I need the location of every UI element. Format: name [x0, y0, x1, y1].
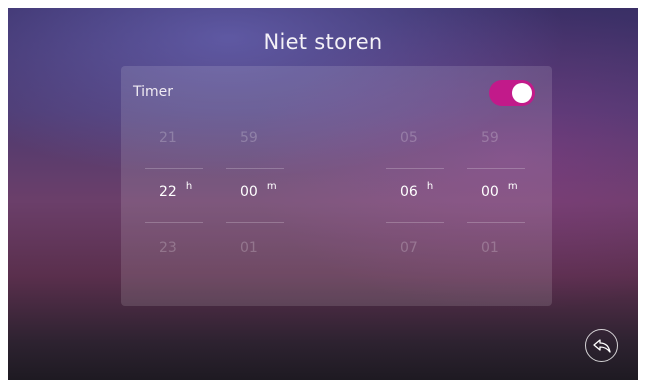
- end-minutes-picker[interactable]: 59 00 m 01: [467, 122, 525, 272]
- picker-divider: [226, 168, 284, 169]
- picker-divider: [386, 168, 444, 169]
- picker-divider: [386, 222, 444, 223]
- start-hours-picker[interactable]: 21 22 h 23: [145, 122, 203, 272]
- minutes-unit: m: [266, 181, 277, 192]
- start-minutes-picker[interactable]: 59 00 m 01: [226, 122, 284, 272]
- end-hours-next[interactable]: 07: [386, 240, 444, 256]
- start-minutes-next[interactable]: 01: [226, 240, 284, 256]
- end-minutes-number: 00: [481, 184, 499, 200]
- page-title: Niet storen: [263, 30, 383, 54]
- start-minutes-value[interactable]: 00 m: [226, 181, 284, 200]
- end-hours-number: 06: [400, 184, 418, 200]
- end-minutes-next[interactable]: 01: [467, 240, 525, 256]
- end-hours-value[interactable]: 06 h: [386, 181, 444, 200]
- back-arrow-icon: [592, 338, 611, 353]
- picker-divider: [145, 222, 203, 223]
- screen: Niet storen Timer 21 22 h 23 59 00 m 01 05…: [8, 8, 638, 380]
- picker-divider: [467, 222, 525, 223]
- toggle-knob: [512, 83, 532, 103]
- minutes-unit: m: [507, 181, 518, 192]
- start-minutes-prev[interactable]: 59: [226, 130, 284, 146]
- picker-divider: [145, 168, 203, 169]
- picker-divider: [226, 222, 284, 223]
- back-button[interactable]: [585, 329, 618, 362]
- timer-toggle[interactable]: [489, 80, 535, 106]
- hours-unit: h: [185, 181, 193, 192]
- timer-label: Timer: [133, 84, 174, 100]
- picker-divider: [467, 168, 525, 169]
- start-hours-prev[interactable]: 21: [145, 130, 203, 146]
- start-minutes-number: 00: [240, 184, 258, 200]
- end-hours-prev[interactable]: 05: [386, 130, 444, 146]
- start-hours-number: 22: [159, 184, 177, 200]
- start-hours-next[interactable]: 23: [145, 240, 203, 256]
- end-minutes-prev[interactable]: 59: [467, 130, 525, 146]
- hours-unit: h: [426, 181, 434, 192]
- end-minutes-value[interactable]: 00 m: [467, 181, 525, 200]
- timer-panel: Timer 21 22 h 23 59 00 m 01 05 06 h 07 5…: [121, 66, 552, 306]
- end-hours-picker[interactable]: 05 06 h 07: [386, 122, 444, 272]
- start-hours-value[interactable]: 22 h: [145, 181, 203, 200]
